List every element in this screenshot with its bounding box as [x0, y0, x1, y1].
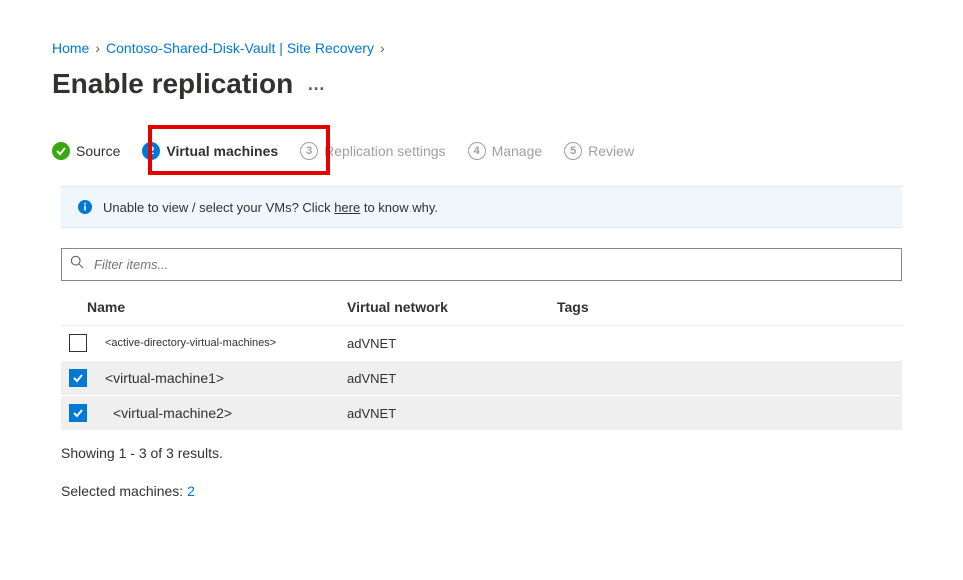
step-number-icon: 3	[300, 142, 318, 160]
breadcrumb: Home › Contoso-Shared-Disk-Vault | Site …	[52, 40, 911, 56]
selected-count: Selected machines: 2	[61, 483, 911, 499]
breadcrumb-vault[interactable]: Contoso-Shared-Disk-Vault | Site Recover…	[106, 40, 374, 56]
step-label: Source	[76, 143, 120, 159]
chevron-right-icon: ›	[95, 40, 100, 56]
col-tags[interactable]: Tags	[557, 299, 902, 315]
step-label: Manage	[492, 143, 543, 159]
step-label: Virtual machines	[166, 143, 278, 159]
step-number-icon: 2	[142, 142, 160, 160]
checkbox[interactable]	[69, 334, 87, 352]
table-row[interactable]: <virtual-machine2> adVNET	[61, 396, 902, 431]
vm-name: <virtual-machine1>	[105, 370, 347, 386]
selected-number: 2	[187, 483, 195, 499]
check-icon	[52, 142, 70, 160]
info-text-suffix: to know why.	[360, 200, 438, 215]
chevron-right-icon: ›	[380, 40, 385, 56]
filter-input[interactable]	[92, 256, 893, 273]
step-number-icon: 5	[564, 142, 582, 160]
vm-name: <virtual-machine2>	[105, 405, 347, 421]
info-text-prefix: Unable to view / select your VMs? Click	[103, 200, 334, 215]
vm-vnet: adVNET	[347, 336, 557, 351]
more-icon[interactable]: …	[307, 74, 327, 95]
info-icon	[77, 199, 93, 215]
step-label: Replication settings	[324, 143, 445, 159]
table-row[interactable]: <virtual-machine1> adVNET	[61, 361, 902, 396]
filter-box[interactable]	[61, 248, 902, 281]
info-text: Unable to view / select your VMs? Click …	[103, 200, 438, 215]
info-banner: Unable to view / select your VMs? Click …	[61, 186, 902, 228]
vm-name: <active-directory-virtual-machines>	[105, 337, 347, 349]
table-header: Name Virtual network Tags	[61, 291, 902, 326]
step-label: Review	[588, 143, 634, 159]
selected-label: Selected machines:	[61, 483, 187, 499]
step-replication-settings[interactable]: 3 Replication settings	[300, 142, 445, 160]
col-vnet[interactable]: Virtual network	[347, 299, 557, 315]
breadcrumb-home[interactable]: Home	[52, 40, 89, 56]
step-review[interactable]: 5 Review	[564, 142, 634, 160]
page-title: Enable replication …	[52, 68, 911, 100]
step-virtual-machines[interactable]: 2 Virtual machines	[142, 142, 278, 160]
vm-vnet: adVNET	[347, 406, 557, 421]
table-row[interactable]: <active-directory-virtual-machines> adVN…	[61, 326, 902, 361]
wizard-steps: Source 2 Virtual machines 3 Replication …	[52, 142, 911, 160]
checkbox[interactable]	[69, 369, 87, 387]
step-manage[interactable]: 4 Manage	[468, 142, 543, 160]
page-title-text: Enable replication	[52, 68, 293, 100]
step-source[interactable]: Source	[52, 142, 120, 160]
results-count: Showing 1 - 3 of 3 results.	[61, 445, 911, 461]
vm-vnet: adVNET	[347, 371, 557, 386]
search-icon	[70, 255, 84, 274]
step-number-icon: 4	[468, 142, 486, 160]
checkbox[interactable]	[69, 404, 87, 422]
info-link[interactable]: here	[334, 200, 360, 215]
col-name[interactable]: Name	[87, 299, 347, 315]
